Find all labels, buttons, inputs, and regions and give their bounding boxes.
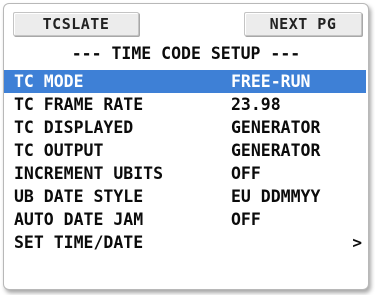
menu-item-increment-ubits[interactable]: INCREMENT UBITS OFF [14,162,368,185]
menu-item-label: TC OUTPUT [14,141,104,160]
tcslate-softkey[interactable]: TCSLATE [13,12,139,36]
menu-item-label: INCREMENT UBITS [14,164,164,183]
menu-item-tc-displayed[interactable]: TC DISPLAYED GENERATOR [14,116,368,139]
settings-menu: TC MODE FREE-RUN TC FRAME RATE 23.98 TC … [4,70,368,254]
menu-item-value: GENERATOR [231,141,321,160]
menu-item-label: SET TIME/DATE [14,233,144,252]
menu-item-value: 23.98 [231,95,281,114]
menu-item-set-time-date[interactable]: SET TIME/DATE > [14,231,368,254]
menu-item-label: TC MODE [14,72,84,91]
menu-item-tc-output[interactable]: TC OUTPUT GENERATOR [14,139,368,162]
menu-item-label: TC DISPLAYED [14,118,134,137]
menu-item-tc-frame-rate[interactable]: TC FRAME RATE 23.98 [14,93,368,116]
menu-item-label: TC FRAME RATE [14,95,144,114]
menu-item-label: AUTO DATE JAM [14,210,144,229]
menu-item-auto-date-jam[interactable]: AUTO DATE JAM OFF [14,208,368,231]
menu-item-tc-mode[interactable]: TC MODE FREE-RUN [4,70,366,93]
menu-item-value: GENERATOR [231,118,321,137]
menu-item-ub-date-style[interactable]: UB DATE STYLE EU DDMMYY [14,185,368,208]
softkey-bar: TCSLATE NEXT PG [4,4,368,40]
menu-item-value: OFF [231,210,261,229]
chevron-right-icon: > [352,233,362,252]
next-page-softkey[interactable]: NEXT PG [244,12,362,36]
menu-item-value: EU DDMMYY [231,187,321,206]
menu-item-label: UB DATE STYLE [14,187,144,206]
page-title: --- TIME CODE SETUP --- [71,44,301,63]
menu-item-value: FREE-RUN [231,72,311,91]
menu-item-value: OFF [231,164,261,183]
time-code-setup-screen: TCSLATE NEXT PG --- TIME CODE SETUP --- … [3,3,369,290]
